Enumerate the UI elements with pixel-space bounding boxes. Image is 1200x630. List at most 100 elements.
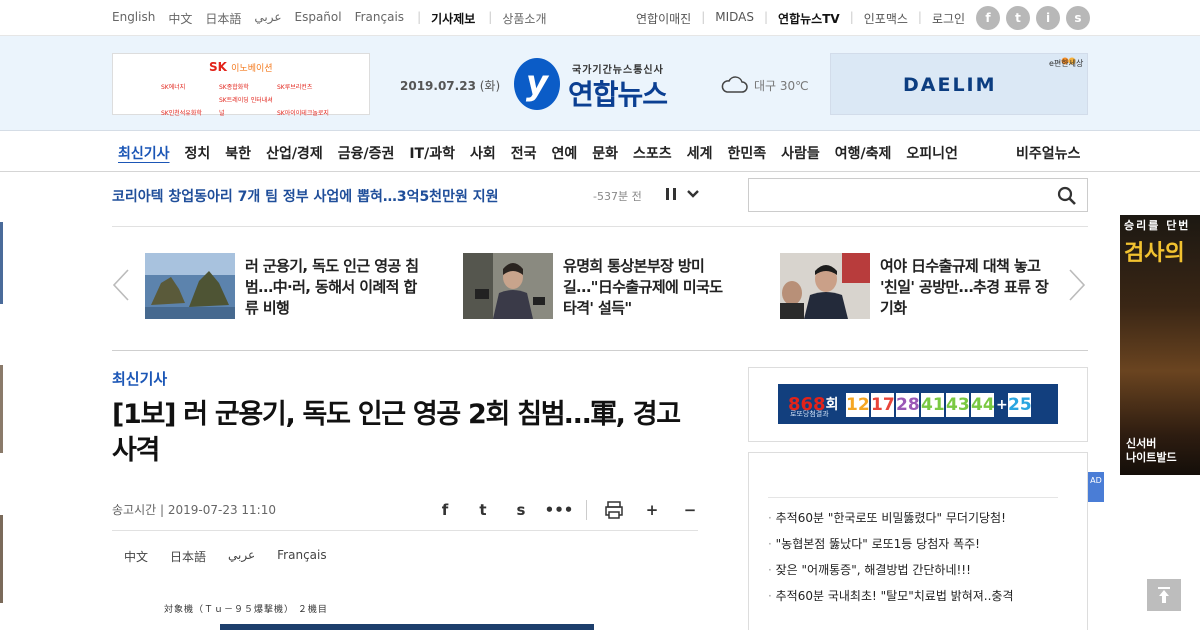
news-thumbnail [463, 253, 553, 319]
lang-chinese[interactable]: 中文 [168, 10, 192, 27]
lang-spanish[interactable]: Español [295, 10, 342, 27]
kakaostory-share-icon[interactable]: s [502, 500, 540, 520]
carousel-item[interactable]: 유명희 통상본부장 방미길…"日수출규제에 미국도 타격' 설득" [463, 253, 743, 319]
sponsored-links: 추적60분 "한국로또 비밀뚫렸다" 무더기당첨! "농협본점 뚫났다" 로또1… [768, 497, 1058, 603]
news-thumbnail [145, 253, 235, 319]
divider [112, 350, 1088, 351]
report-link[interactable]: 기사제보 [431, 10, 475, 27]
sponsored-link[interactable]: 추적60분 국내최초! "탈모"치료법 밝혀져..충격 [768, 576, 1058, 603]
divider: | [849, 10, 854, 24]
lang-arabic[interactable]: عربي [254, 10, 281, 27]
kakaostory-icon[interactable]: s [1066, 6, 1090, 30]
twitter-share-icon[interactable]: t [464, 500, 502, 520]
search-box [748, 178, 1088, 212]
divider [112, 530, 698, 531]
translation-links: 中文 日本語 عربي Français [124, 548, 349, 565]
sponsored-link[interactable]: "농협본점 뚫났다" 로또1등 당첨자 폭주! [768, 524, 1058, 551]
breaking-ticker-headline[interactable]: 코리아텍 창업동아리 7개 팀 정부 사업에 뽑혀…3억5천만원 지원 [112, 186, 498, 206]
daelim-ad-tag: e편한세상 [1049, 59, 1084, 68]
daelim-ad-banner[interactable]: e편한세상 DAELIM [830, 53, 1088, 115]
trans-arabic[interactable]: عربي [228, 548, 255, 565]
sponsored-link[interactable]: 잦은 "어깨통증", 해결방법 간단하네!!! [768, 550, 1058, 577]
lang-japanese[interactable]: 日本語 [205, 10, 241, 27]
nav-sports[interactable]: 스포츠 [633, 143, 672, 163]
article-photo: 対象機（Ｔｕ－９５爆撃機） ２機目 [156, 600, 654, 630]
divider: | [701, 10, 706, 24]
article-tools: f t s ••• + − [426, 500, 709, 520]
chevron-down-icon[interactable] [686, 188, 700, 200]
lotto-number: 12 [846, 393, 870, 417]
font-increase-icon[interactable]: + [633, 500, 671, 520]
lang-english[interactable]: English [112, 10, 155, 27]
lang-french[interactable]: Français [355, 10, 404, 27]
nav-local[interactable]: 전국 [511, 143, 537, 163]
facebook-icon[interactable]: f [976, 6, 1000, 30]
login-link[interactable]: 로그인 [932, 10, 965, 27]
lotto-banner[interactable]: 868 회 로또당첨결과 12 17 28 41 43 44 + 25 [778, 384, 1058, 424]
arrow-up-icon [1158, 587, 1170, 603]
facebook-share-icon[interactable]: f [426, 500, 464, 520]
sponsored-link[interactable]: 추적60분 "한국로또 비밀뚫렸다" 무더기당첨! [768, 498, 1058, 525]
nav-world[interactable]: 세계 [687, 143, 713, 163]
nav-politics[interactable]: 정치 [185, 143, 211, 163]
header-date: 2019.07.23 (화) [400, 79, 501, 93]
nav-opinion[interactable]: 오피니언 [906, 143, 958, 163]
nav-people[interactable]: 사람들 [781, 143, 820, 163]
divider [586, 500, 587, 520]
trans-french[interactable]: Français [277, 548, 326, 565]
nav-korean-diaspora[interactable]: 한민족 [727, 143, 766, 163]
carousel-next-icon[interactable] [1068, 268, 1086, 302]
print-icon[interactable] [595, 500, 633, 520]
pause-icon[interactable] [666, 188, 676, 200]
nav-society[interactable]: 사회 [470, 143, 496, 163]
trans-japanese[interactable]: 日本語 [170, 548, 206, 565]
trans-chinese[interactable]: 中文 [124, 548, 148, 565]
left-edge-banner[interactable] [0, 222, 3, 304]
tv-link[interactable]: 연합뉴스TV [778, 10, 840, 27]
service-links: 연합이매진 | MIDAS | 연합뉴스TV | 인포맥스 | 로그인 [636, 10, 975, 27]
nav-travel[interactable]: 여행/축제 [835, 143, 892, 163]
nav-north-korea[interactable]: 북한 [225, 143, 251, 163]
nav-visual-news[interactable]: 비주얼뉴스 [1016, 143, 1080, 163]
font-decrease-icon[interactable]: − [671, 500, 709, 520]
logo-title: 연합뉴스 [568, 78, 668, 111]
carousel-item[interactable]: 여야 日수출규제 대책 놓고 '친일' 공방만…추경 표류 장기화 [780, 253, 1060, 319]
infomax-link[interactable]: 인포맥스 [864, 10, 908, 27]
products-link[interactable]: 상품소개 [502, 10, 546, 27]
image-link[interactable]: 연합이매진 [636, 10, 691, 27]
yonhap-logo[interactable]: y 국가기간뉴스통신사 연합뉴스 [514, 56, 690, 112]
logo-mark-icon: y [514, 58, 560, 110]
nav-entertainment[interactable]: 연예 [552, 143, 578, 163]
lotto-number: 28 [896, 393, 920, 417]
carousel-prev-icon[interactable] [112, 268, 130, 302]
weather-text: 대구 30℃ [754, 78, 809, 93]
nav-latest[interactable]: 최신기사 [118, 143, 170, 163]
left-edge-banner[interactable] [0, 365, 3, 453]
game-ad-banner[interactable]: 승리를 단번 검사의 신서버 나이트발드 [1120, 215, 1200, 475]
divider [112, 226, 1088, 227]
nav-it-science[interactable]: IT/과학 [409, 143, 455, 163]
nav-culture[interactable]: 문화 [592, 143, 618, 163]
lotto-number: 43 [946, 393, 970, 417]
left-edge-banner[interactable] [0, 515, 3, 603]
ticker-time: -537분 전 [593, 190, 642, 203]
more-share-icon[interactable]: ••• [540, 500, 578, 520]
search-icon[interactable] [1057, 186, 1077, 206]
midas-link[interactable]: MIDAS [715, 10, 754, 27]
sk-ad-brand: SK 이노베이션 [209, 60, 273, 74]
banner-text: 승리를 단번 [1124, 219, 1191, 232]
scroll-to-top-button[interactable] [1147, 579, 1181, 611]
lotto-bonus-number: 25 [1008, 393, 1032, 417]
divider: | [764, 10, 769, 24]
sk-ad-banner[interactable]: SK 이노베이션 SK에너지 SK종합화학 SK루브리컨츠SK인천석유화학SK트레이… [112, 53, 370, 117]
top-utility-bar: English 中文 日本語 عربي Español Français | 기… [0, 0, 1200, 36]
carousel-item[interactable]: 러 군용기, 독도 인근 영공 침범…中·러, 동해서 이례적 합류 비행 [145, 253, 425, 319]
lotto-numbers: 12 17 28 41 43 44 + 25 [846, 393, 1032, 417]
article-category[interactable]: 최신기사 [112, 368, 167, 389]
instagram-icon[interactable]: i [1036, 6, 1060, 30]
nav-finance[interactable]: 금융/증권 [338, 143, 395, 163]
twitter-icon[interactable]: t [1006, 6, 1030, 30]
search-input[interactable] [757, 179, 1047, 209]
nav-economy[interactable]: 산업/경제 [266, 143, 323, 163]
ad-badge[interactable]: AD [1088, 472, 1104, 502]
